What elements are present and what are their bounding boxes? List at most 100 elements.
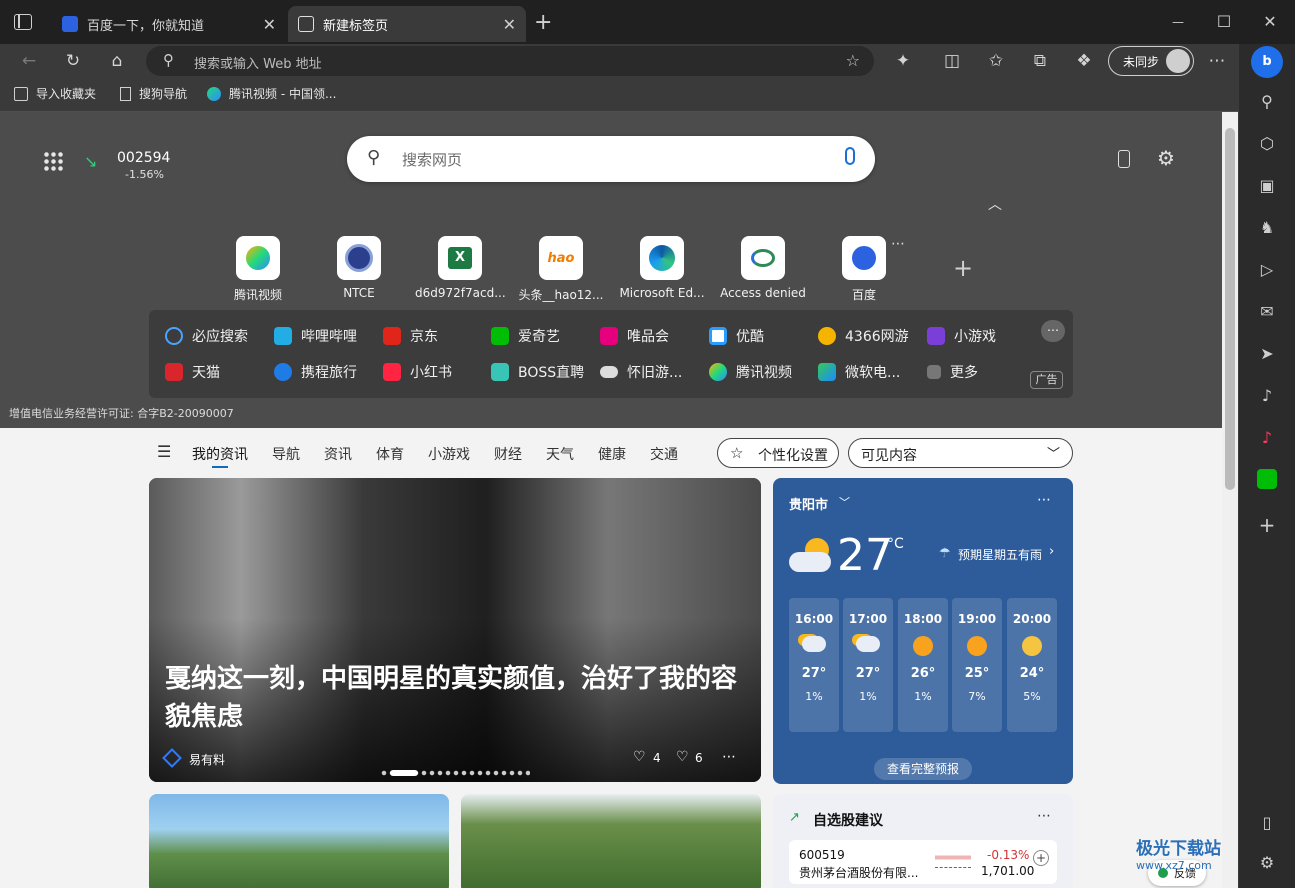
visible-content-dropdown[interactable]: 可见内容 ﹀ (848, 438, 1073, 468)
nav-link-youku[interactable]: 优酷 (709, 326, 764, 346)
quick-link-excel[interactable]: X d6d972f7acd... (415, 236, 505, 300)
tab-baidu[interactable]: 百度一下，你就知道 ✕ (52, 6, 286, 42)
profile-button[interactable]: 未同步 (1108, 46, 1194, 76)
phone-icon[interactable] (1118, 150, 1130, 168)
favorite-sogou[interactable]: 搜狗导航 (120, 85, 187, 102)
quick-link-more-icon[interactable]: ⋯ (891, 236, 905, 252)
add-sidebar-app-icon[interactable]: + (1256, 514, 1278, 536)
notification-icon[interactable]: ♪ (1256, 385, 1278, 407)
tab-new-tab[interactable]: 新建标签页 ✕ (288, 6, 526, 42)
nav-link-ms-solitaire[interactable]: 微软电... (818, 362, 900, 382)
nav-link-jd[interactable]: 京东 (383, 326, 438, 346)
stock-row[interactable]: 600519 贵州茅台酒股份有限... -0.13% 1,701.00 + (789, 840, 1057, 884)
close-window-button[interactable]: ✕ (1247, 8, 1293, 36)
refresh-icon[interactable]: ↻ (60, 49, 86, 73)
outlook-icon[interactable]: ✉ (1256, 301, 1278, 323)
feed-tab-news[interactable]: 资讯 (324, 444, 352, 464)
hero-source[interactable]: 易有料 (189, 751, 225, 768)
feed-tab-weather[interactable]: 天气 (546, 444, 574, 464)
forecast-note[interactable]: 预期星期五有雨 (958, 546, 1042, 563)
microphone-icon[interactable] (845, 147, 855, 165)
nav-link-4366[interactable]: 4366网游 (818, 326, 909, 346)
nav-link-mini-games[interactable]: 小游戏 (927, 326, 996, 346)
quick-link-microsoft-edge[interactable]: Microsoft Ed... (617, 236, 707, 300)
quick-link-hao123[interactable]: hao 头条__hao12... (516, 236, 606, 303)
close-tab-icon[interactable]: ✕ (503, 15, 516, 34)
chevron-right-icon[interactable]: › (1049, 544, 1054, 559)
nav-link-iqiyi[interactable]: 爱奇艺 (491, 326, 560, 346)
collapse-icon[interactable]: ︿ (988, 194, 1002, 214)
nav-link-retro-games[interactable]: 怀旧游... (600, 362, 682, 382)
app-launcher-icon[interactable] (43, 151, 63, 171)
web-search-box[interactable]: ⚲ 搜索网页 (347, 136, 875, 182)
nav-panel-more-icon[interactable]: ⋯ (1041, 320, 1065, 342)
quick-link-tencent-video[interactable]: 腾讯视频 (213, 236, 303, 303)
tab-actions-icon[interactable] (14, 14, 32, 30)
maximize-button[interactable]: ☐ (1201, 8, 1247, 36)
browser-essentials-icon[interactable]: ❖ (1071, 49, 1097, 73)
add-favorite-icon[interactable]: ☆ (846, 51, 860, 70)
feed-tab-finance[interactable]: 财经 (494, 444, 522, 464)
feed-tab-my-news[interactable]: 我的资讯 (192, 444, 248, 464)
nav-link-bilibili[interactable]: 哔哩哔哩 (274, 326, 357, 346)
stock-suggestion-card[interactable]: ↗ 自选股建议 ⋯ 600519 贵州茅台酒股份有限... -0.13% 1,7… (773, 794, 1073, 888)
favorites-icon[interactable]: ✩ (983, 49, 1009, 73)
feed-tab-health[interactable]: 健康 (598, 444, 626, 464)
news-card-car[interactable] (461, 794, 761, 888)
nav-link-tencent-video[interactable]: 腾讯视频 (709, 362, 792, 382)
search-icon[interactable]: ⚲ (1256, 91, 1278, 113)
shopping-tag-icon[interactable]: ⬡ (1256, 133, 1278, 155)
bing-chat-icon[interactable]: b (1251, 46, 1283, 78)
sidebar-settings-icon[interactable]: ⚙ (1256, 852, 1278, 874)
stock-code[interactable]: 002594 (117, 150, 170, 166)
tiktok-icon[interactable]: ♪ (1256, 427, 1278, 449)
add-quick-link-icon[interactable]: + (953, 254, 973, 282)
news-card-game[interactable] (149, 794, 449, 888)
games-icon[interactable]: ♞ (1256, 217, 1278, 239)
dislike-icon[interactable]: ♡ (676, 749, 689, 765)
nav-link-xiaohongshu[interactable]: 小红书 (383, 362, 452, 382)
hero-more-icon[interactable]: ⋯ (722, 749, 736, 765)
hide-sidebar-icon[interactable]: ▯ (1256, 812, 1278, 834)
address-bar[interactable]: ⚲ 搜索或输入 Web 地址 ☆ (146, 46, 874, 76)
feed-tab-traffic[interactable]: 交通 (650, 444, 678, 464)
ad-badge[interactable]: 广告 (1030, 371, 1063, 389)
quick-link-access-denied[interactable]: Access denied (718, 236, 808, 300)
microsoft-365-icon[interactable]: ▷ (1256, 259, 1278, 281)
feed-tab-nav[interactable]: 导航 (272, 444, 300, 464)
feed-tab-games[interactable]: 小游戏 (428, 444, 470, 464)
home-icon[interactable]: ⌂ (104, 49, 130, 73)
hero-headline[interactable]: 戛纳这一刻，中国明星的真实颜值，治好了我的容貌焦虑 (165, 660, 745, 736)
close-tab-icon[interactable]: ✕ (263, 15, 276, 34)
more-menu-icon[interactable]: ⋯ (1204, 49, 1230, 73)
menu-icon[interactable]: ☰ (157, 442, 171, 461)
full-forecast-button[interactable]: 查看完整预报 (874, 758, 972, 780)
iqiyi-icon[interactable] (1257, 469, 1277, 489)
nav-link-boss[interactable]: BOSS直聘 (491, 362, 584, 382)
hero-article[interactable]: 戛纳这一刻，中国明星的真实颜值，治好了我的容貌焦虑 易有料 ♡ 4 ♡ 6 ⋯ (149, 478, 761, 782)
personalize-button[interactable]: ☆ 个性化设置 (717, 438, 839, 468)
new-tab-button[interactable]: + (534, 10, 552, 35)
send-icon[interactable]: ➤ (1256, 343, 1278, 365)
favorite-tencent-video[interactable]: 腾讯视频 - 中国领... (207, 85, 336, 102)
nav-link-vip[interactable]: 唯品会 (600, 326, 669, 346)
split-screen-icon[interactable]: ◫ (939, 49, 965, 73)
minimize-button[interactable]: — (1155, 8, 1201, 36)
page-scrollbar[interactable] (1222, 112, 1238, 888)
like-icon[interactable]: ♡ (633, 749, 646, 765)
chevron-down-icon[interactable]: ﹀ (839, 494, 850, 510)
add-stock-button[interactable]: + (1033, 850, 1049, 866)
feed-tab-sports[interactable]: 体育 (376, 444, 404, 464)
nav-link-ctrip[interactable]: 携程旅行 (274, 362, 357, 382)
extensions-icon[interactable]: ✦ (890, 49, 916, 73)
scrollbar-thumb[interactable] (1225, 128, 1235, 490)
favorite-import[interactable]: 导入收藏夹 (14, 85, 96, 102)
nav-link-more[interactable]: 更多 (927, 362, 978, 382)
tools-icon[interactable]: ▣ (1256, 175, 1278, 197)
nav-link-tmall[interactable]: 天猫 (165, 362, 220, 382)
weather-card[interactable]: 贵阳市 ﹀ ⋯ 27 °C ☂ 预期星期五有雨 › 16:00 27° 1% 1… (773, 478, 1073, 784)
quick-link-ntce[interactable]: NTCE (314, 236, 404, 300)
weather-city[interactable]: 贵阳市 (789, 494, 828, 513)
nav-link-bing[interactable]: 必应搜索 (165, 326, 248, 346)
back-icon[interactable]: ← (16, 49, 42, 73)
